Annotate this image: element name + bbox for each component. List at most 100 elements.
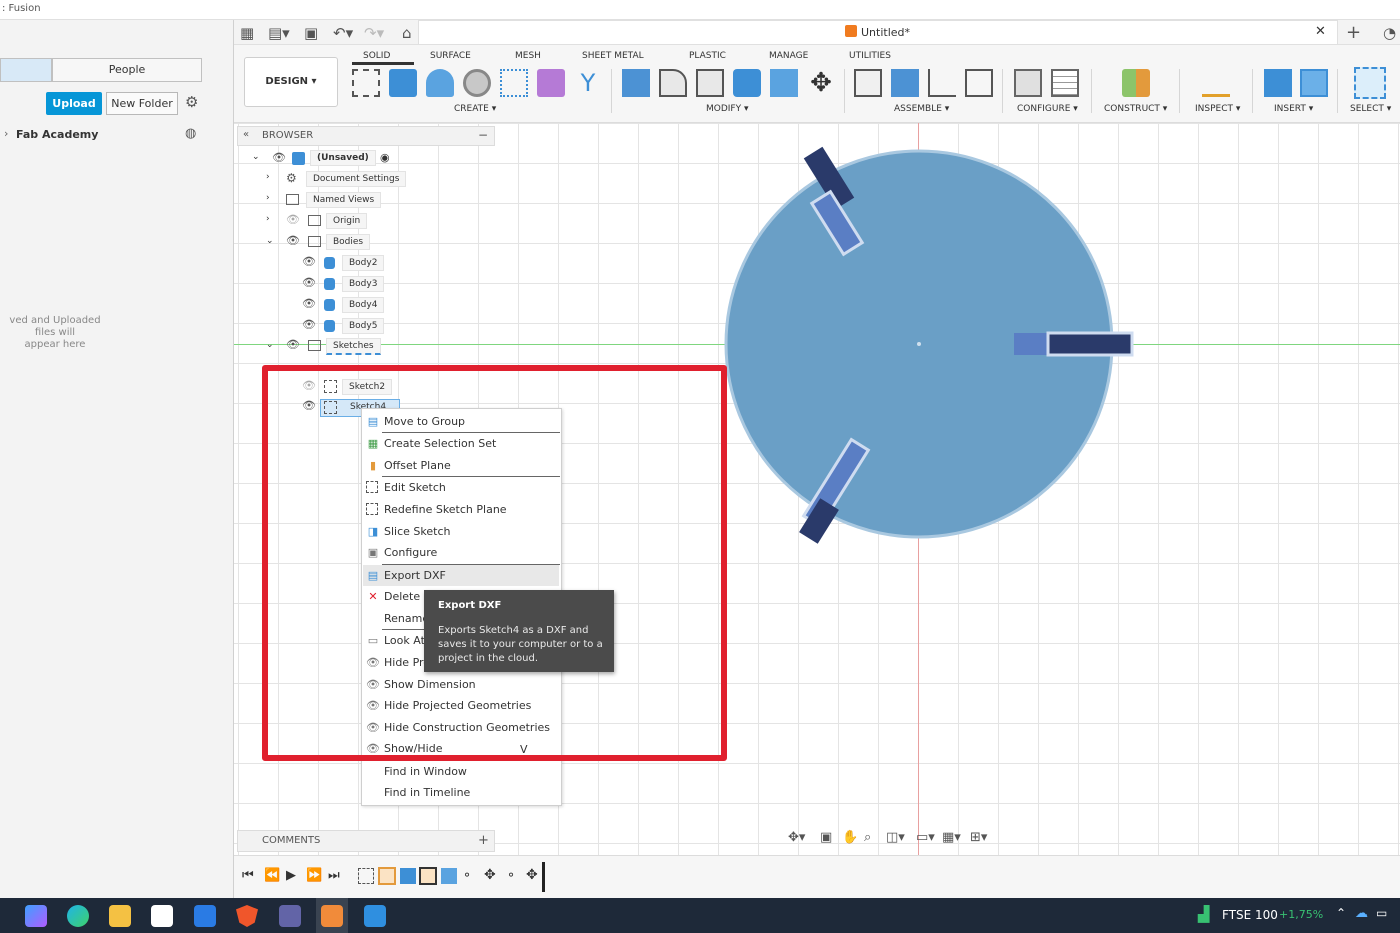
chevron-down-icon[interactable]: ⌄ (266, 236, 274, 246)
chevron-right-icon[interactable]: › (266, 193, 270, 203)
stock-chart-icon[interactable]: ▟ (1198, 905, 1210, 923)
settings-gear-icon[interactable]: ⚙ (185, 93, 198, 111)
viewports-icon[interactable]: ⊞▾ (970, 830, 987, 845)
tree-bodies[interactable]: ⌄ 👁 Bodies (266, 234, 376, 252)
combine-bodies-icon[interactable] (733, 69, 761, 97)
create-form-icon[interactable] (537, 69, 565, 97)
workspace-switcher[interactable]: DESIGN ▾ (244, 57, 338, 107)
add-comment-icon[interactable]: + (478, 833, 489, 848)
save-icon[interactable]: ▣ (304, 24, 318, 42)
tree-body-item[interactable]: 👁 Body3 (300, 276, 390, 294)
brave-browser-icon[interactable] (236, 905, 258, 927)
tree-named-views[interactable]: › Named Views (266, 192, 396, 210)
tree-body-item[interactable]: 👁 Body2 (300, 255, 390, 273)
eye-icon[interactable]: 👁 (286, 338, 300, 351)
timeline-selected-sketch[interactable] (419, 867, 437, 885)
profile-icon[interactable]: ◔ (1383, 24, 1396, 42)
new-component-icon[interactable] (854, 69, 882, 97)
select-group-label[interactable]: SELECT ▾ (1350, 104, 1391, 114)
people-tab[interactable]: People (52, 58, 202, 82)
tree-origin[interactable]: › 👁 Origin (266, 213, 376, 231)
globe-icon[interactable]: ◍ (185, 126, 196, 141)
menu-item-find-in-window[interactable]: Find in Window (384, 762, 467, 782)
inkscape-icon[interactable] (364, 905, 386, 927)
teams-icon[interactable] (279, 905, 301, 927)
tab-utilities[interactable]: UTILITIES (849, 51, 891, 61)
go-to-end-icon[interactable]: ⏭ (328, 868, 340, 883)
display-settings-icon[interactable]: ▭▾ (916, 830, 935, 845)
create-sketch-icon[interactable] (352, 69, 380, 97)
as-built-joint-icon[interactable] (928, 69, 956, 97)
tab-manage[interactable]: MANAGE (769, 51, 808, 61)
close-tab-icon[interactable]: ✕ (1315, 24, 1326, 39)
file-explorer-icon[interactable] (109, 905, 131, 927)
tab-surface[interactable]: SURFACE (430, 51, 471, 61)
data-tab[interactable] (0, 58, 52, 82)
timeline-pattern-icon[interactable]: ⚬ (462, 868, 472, 882)
timeline-move-icon[interactable]: ✥ (526, 867, 538, 883)
document-tab[interactable]: Untitled* ✕ (418, 20, 1338, 45)
configuration-table-icon[interactable] (1051, 69, 1079, 97)
look-at-icon[interactable]: ▣ (820, 830, 832, 845)
model-viewport[interactable] (714, 143, 1154, 563)
timeline-pattern-icon[interactable]: ⚬ (506, 868, 516, 882)
measure-icon[interactable] (1202, 69, 1230, 97)
edge-browser-icon[interactable] (67, 905, 89, 927)
pan-hand-icon[interactable]: ✋ (842, 830, 858, 845)
grid-settings-icon[interactable]: ▦▾ (942, 830, 961, 845)
construct-group-label[interactable]: CONSTRUCT ▾ (1104, 104, 1167, 114)
onedrive-cloud-icon[interactable]: ☁ (1355, 906, 1368, 921)
project-name[interactable]: Fab Academy (16, 128, 98, 141)
play-icon[interactable]: ▶ (286, 868, 296, 883)
step-back-icon[interactable]: ⏪ (264, 868, 280, 883)
menu-item-find-in-timeline[interactable]: Find in Timeline (384, 783, 470, 803)
network-icon[interactable]: ▭ (1376, 906, 1387, 920)
tab-sheet-metal[interactable]: SHEET METAL (582, 51, 644, 61)
configure-group-label[interactable]: CONFIGURE ▾ (1017, 104, 1078, 114)
chevron-down-icon[interactable]: ⌄ (266, 340, 274, 350)
new-folder-button[interactable]: New Folder (106, 92, 178, 115)
eye-icon[interactable]: 👁 (302, 276, 316, 289)
insert-canvas-icon[interactable] (1300, 69, 1328, 97)
construct-plane-icon[interactable] (1122, 69, 1150, 97)
modify-group-label[interactable]: MODIFY ▾ (706, 104, 749, 114)
chevron-right-icon[interactable]: › (266, 214, 270, 224)
chevron-right-icon[interactable]: › (266, 172, 270, 182)
eye-hidden-icon[interactable]: 👁 (286, 213, 300, 226)
inspect-group-label[interactable]: INSPECT ▾ (1195, 104, 1240, 114)
create-group-label[interactable]: CREATE ▾ (454, 104, 496, 114)
minimize-icon[interactable]: − (478, 128, 488, 142)
rectangular-pattern-icon[interactable] (500, 69, 528, 97)
assemble-group-label[interactable]: ASSEMBLE ▾ (894, 104, 949, 114)
rigid-group-icon[interactable] (965, 69, 993, 97)
combine-icon[interactable]: Y (574, 69, 602, 97)
configure-icon[interactable] (1014, 69, 1042, 97)
press-pull-icon[interactable] (622, 69, 650, 97)
timeline-marker[interactable] (542, 862, 545, 892)
new-tab-icon[interactable]: + (1346, 22, 1361, 43)
outlook-icon[interactable] (194, 905, 216, 927)
comments-panel[interactable]: COMMENTS + (237, 830, 495, 852)
select-icon[interactable] (1354, 67, 1386, 99)
activate-radio-icon[interactable]: ◉ (380, 151, 390, 164)
arm-right[interactable] (1014, 331, 1134, 357)
timeline-move-icon[interactable]: ✥ (484, 867, 496, 883)
insert-derive-icon[interactable] (1264, 69, 1292, 97)
grid-menu-icon[interactable]: ▦ (240, 24, 254, 42)
fit-icon[interactable]: ◫▾ (886, 830, 905, 845)
split-body-icon[interactable] (770, 69, 798, 97)
timeline-extrude-feature[interactable] (441, 868, 457, 884)
eye-icon[interactable]: 👁 (302, 297, 316, 310)
file-menu-icon[interactable]: ▤▾ (268, 24, 290, 42)
tree-body-item[interactable]: 👁 Body5 (300, 318, 390, 336)
copilot-icon[interactable] (25, 905, 47, 927)
browser-header[interactable]: « BROWSER − (237, 126, 495, 146)
tab-plastic[interactable]: PLASTIC (689, 51, 726, 61)
insert-group-label[interactable]: INSERT ▾ (1274, 104, 1313, 114)
step-forward-icon[interactable]: ⏩ (306, 868, 322, 883)
timeline-extrude-feature[interactable] (400, 868, 416, 884)
home-icon[interactable]: ⌂ (402, 24, 412, 42)
tab-solid[interactable]: SOLID (363, 51, 390, 61)
extrude-icon[interactable] (389, 69, 417, 97)
eye-icon[interactable]: 👁 (286, 234, 300, 247)
